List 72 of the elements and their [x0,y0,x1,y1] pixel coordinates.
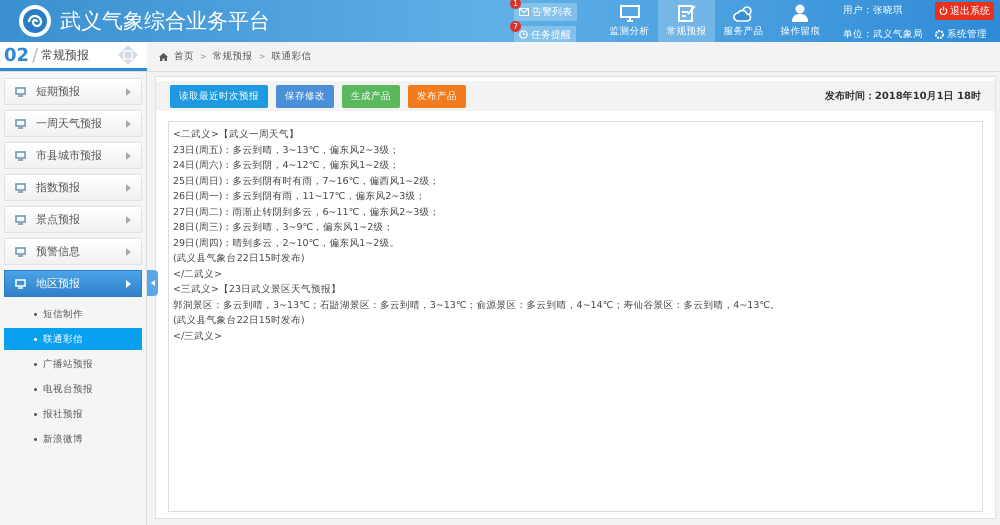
monitor-icon [15,214,26,224]
editor-line: 23日(周五)：多云到晴，3~13℃，偏东风2~3级； [173,144,400,158]
section-number: 02 [4,44,30,66]
monitor-icon [15,182,26,192]
chevron-right-icon [126,216,131,224]
settings-link[interactable]: 系统管理 [935,28,994,40]
chevron-right-icon [126,120,131,128]
sidebar-item[interactable]: 预警信息 [4,238,142,265]
nav-label: 监测分析 [610,24,650,38]
sidebar-item[interactable]: 短期预报 [4,78,142,105]
editor-line: (武义县气象台22日15时发布) [173,314,306,328]
sidebar-subitem[interactable]: 短信制作 [4,303,142,325]
sidebar-subitem[interactable]: 报社预报 [4,403,142,425]
app-title: 武义气象综合业务平台 [60,8,270,35]
monitor-icon [15,246,26,256]
editor-line: (武义县气象台22日15时发布) [173,252,306,266]
chevron-right-icon [126,152,131,160]
breadcrumb-link[interactable]: 首页 [174,50,194,63]
section-title: 常规预报 [41,46,90,64]
breadcrumb-link[interactable]: 常规预报 [212,50,253,63]
cloud-sun-icon [732,4,754,22]
action-button[interactable]: 保存修改 [276,84,334,108]
power-icon [939,6,948,15]
publish-time: 发布时间：2018年10月1日 18时 [824,90,981,103]
monitor-icon [15,150,26,160]
user-icon [792,4,810,22]
count-badge: 1 [510,0,521,8]
editor-line: <二武义>【武义一周天气】 [173,128,300,142]
clock-icon [519,30,528,39]
sidebar-subitem[interactable]: 电视台预报 [4,378,142,400]
logo-icon [18,4,52,38]
home-icon [159,52,168,60]
slash-divider: / [32,44,38,66]
breadcrumb-separator: > [200,52,207,61]
sidebar-item[interactable]: 地区预报 [4,270,142,297]
editor-line: 24日(周六)：多云到阴，4~12℃，偏东风1~2级； [173,159,400,173]
breadcrumb-separator: > [258,52,266,61]
sidebar-item[interactable]: 指数预报 [4,174,142,201]
monitor-icon [620,4,640,22]
unit-name: 单位：武义气象局 [843,28,923,40]
user-name: 用户：张晓琪 [843,4,904,17]
nav-label: 操作留痕 [780,25,820,38]
sidebar-subitem[interactable]: 新浪微博 [4,428,142,450]
collapse-handle[interactable] [147,270,158,296]
nav-label: 服务产品 [724,24,764,38]
editor-line: 郭洞景区：多云到晴，3~13℃；石鼯湖景区：多云到晴，3~13℃；俞源景区：多云到晴，4~14℃；寿仙谷景区：多云到晴，4~13℃。 [173,298,782,312]
editor-line: <三武义>【23日武义景区天气预报】 [173,283,342,297]
edit-icon [678,4,696,22]
editor-line: 25日(周日)：多云到阴有时有雨，7~16℃，偏西风1~2级； [173,174,440,188]
editor-line: 28日(周三)：多云到晴，3~9℃，偏东风1~2级； [173,221,394,235]
editor-line: 29日(周四)：晴到多云，2~10℃，偏东风1~2级。 [173,236,400,250]
nav-label: 常规预报 [666,25,706,38]
chevron-right-icon [126,248,131,256]
monitor-icon [15,86,26,96]
chevron-right-icon [126,184,131,192]
chevron-right-icon [126,280,131,288]
count-badge: 7 [510,20,521,32]
chevron-right-icon [126,88,131,96]
sidebar-item[interactable]: 景点预报 [4,206,142,233]
sidebar-subitem[interactable]: 广播站预报 [4,353,142,375]
breadcrumb-link[interactable]: 联通彩信 [271,50,312,63]
mail-icon [519,8,529,16]
editor-line: 26日(周一)：多云到阴有雨，11~17℃，偏东风2~3级； [173,190,426,204]
editor-line: 27日(周二)：雨渐止转阴到多云，6~11℃，偏东风2~3级； [173,206,440,220]
monitor-icon [15,278,26,288]
sidebar-item[interactable]: 一周天气预报 [4,110,142,137]
logout-button[interactable]: 退出系统 [935,2,994,20]
editor-line: </二武义> [173,268,224,282]
monitor-icon [15,118,26,128]
editor-line: </三武义> [173,330,224,344]
sidebar-item[interactable]: 市县城市预报 [4,142,142,169]
settings-icon [935,30,944,38]
